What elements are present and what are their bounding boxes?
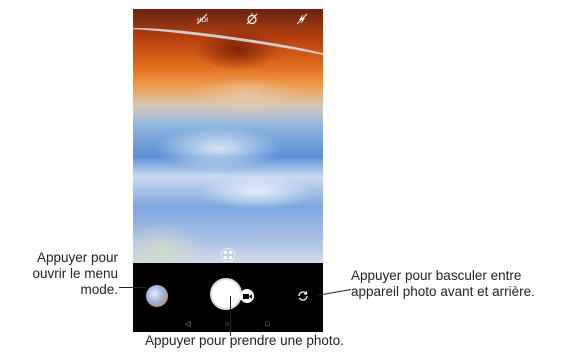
camera-settings-bar: HDR bbox=[133, 13, 323, 27]
camera-controls: ◁ ○ □ bbox=[133, 263, 323, 332]
callout-line bbox=[230, 296, 231, 336]
viewfinder-scene-detail bbox=[133, 21, 323, 70]
flash-off-icon[interactable] bbox=[296, 13, 308, 25]
callout-text: appareil photo avant et arrière. bbox=[351, 284, 535, 299]
callout-text: ouvrir le menu bbox=[32, 266, 118, 281]
camera-viewfinder[interactable]: HDR bbox=[133, 9, 323, 263]
mode-grid-icon[interactable] bbox=[221, 248, 235, 262]
shutter-callout: Appuyer pour prendre une photo. bbox=[145, 333, 344, 348]
camera-screen: HDR ◁ ○ □ bbox=[133, 9, 323, 332]
mode-menu-callout: Appuyer pour ouvrir le menu mode. bbox=[0, 250, 118, 298]
back-icon[interactable]: ◁ bbox=[185, 319, 190, 331]
video-camera-icon[interactable] bbox=[240, 289, 254, 303]
mode-menu-button[interactable] bbox=[146, 285, 168, 307]
callout-text: mode. bbox=[80, 282, 118, 297]
home-icon[interactable]: ○ bbox=[225, 319, 229, 331]
callout-line bbox=[119, 287, 146, 288]
hdr-off-icon[interactable]: HDR bbox=[196, 13, 210, 25]
switch-camera-callout: Appuyer pour basculer entre appareil pho… bbox=[351, 268, 585, 300]
callout-text: Appuyer pour bbox=[36, 250, 118, 265]
recents-icon[interactable]: □ bbox=[265, 319, 269, 331]
callout-text: Appuyer pour basculer entre bbox=[351, 268, 522, 283]
shutter-button[interactable] bbox=[210, 278, 242, 310]
system-nav-bar: ◁ ○ □ bbox=[133, 319, 323, 331]
switch-camera-icon[interactable] bbox=[296, 289, 310, 303]
timer-off-icon[interactable] bbox=[246, 13, 258, 25]
